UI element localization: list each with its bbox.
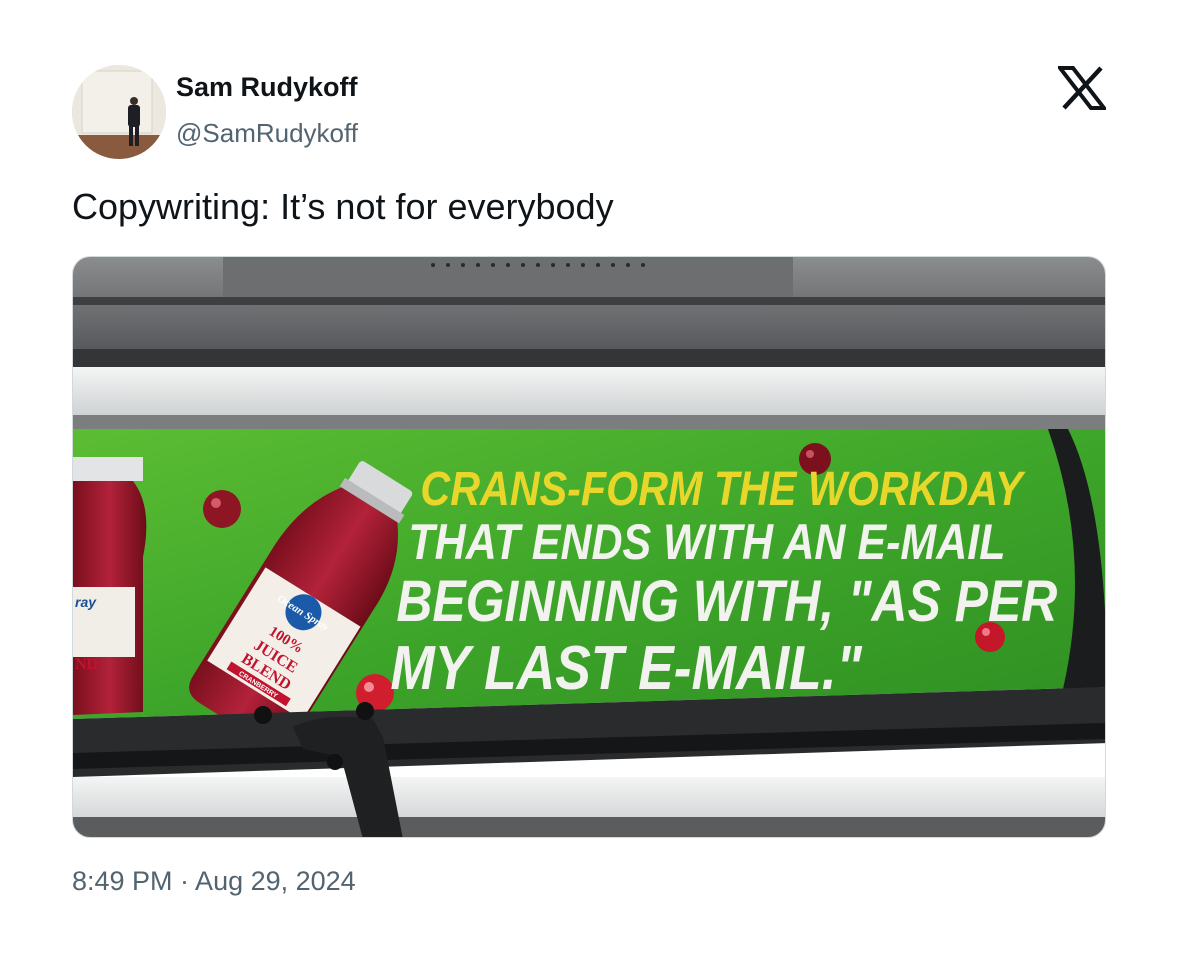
author-handle[interactable]: @SamRudykoff bbox=[176, 118, 358, 149]
ad-headline-line3: BEGINNING WITH, "AS PER bbox=[396, 570, 1057, 634]
tweet-text: Copywriting: It’s not for everybody bbox=[72, 186, 614, 227]
left-bottle-partial: ray ND bbox=[73, 457, 147, 715]
avatar-photo bbox=[72, 65, 166, 159]
x-logo-icon[interactable] bbox=[1055, 66, 1109, 110]
avatar[interactable] bbox=[72, 65, 166, 159]
ad-headline-line4: MY LAST E-MAIL." bbox=[390, 634, 862, 703]
ad-headline-line2: THAT ENDS WITH AN E-MAIL bbox=[408, 514, 1005, 570]
tweet-media-photo[interactable]: ray ND Ocean Spray 100% JUICE BLEND CRAN… bbox=[72, 256, 1106, 838]
left-bottle-brand-fragment: ray bbox=[75, 594, 97, 610]
author-name[interactable]: Sam Rudykoff bbox=[176, 72, 358, 103]
left-bottle-label-fragment: ND bbox=[75, 656, 98, 673]
tweet-timestamp[interactable]: 8:49 PM · Aug 29, 2024 bbox=[72, 866, 356, 897]
subway-ad-photo: ray ND Ocean Spray 100% JUICE BLEND CRAN… bbox=[73, 257, 1105, 837]
ad-headline-line1: CRANS-FORM THE WORKDAY bbox=[420, 462, 1026, 516]
